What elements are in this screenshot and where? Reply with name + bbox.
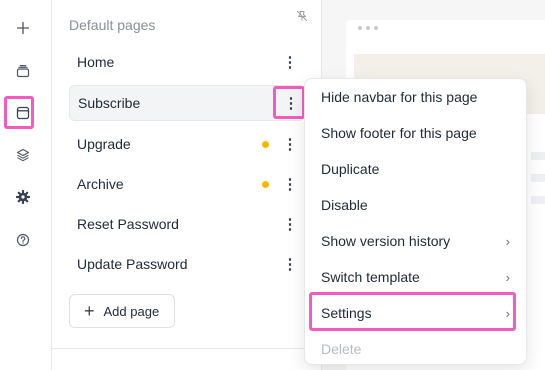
menu-item-label: Switch template — [321, 269, 420, 285]
kebab-menu-icon[interactable]: ⋮ — [282, 254, 298, 274]
status-dot — [262, 141, 269, 148]
page-item-label: Upgrade — [77, 136, 131, 152]
menu-item-label: Duplicate — [321, 161, 380, 177]
menu-item-label: Show footer for this page — [321, 125, 477, 141]
icon-rail — [0, 0, 52, 370]
menu-item-label: Hide navbar for this page — [321, 89, 478, 105]
page-item-home[interactable]: Home ⋮ — [69, 44, 305, 80]
menu-item-delete[interactable]: Delete — [305, 331, 528, 367]
kebab-menu-icon[interactable]: ⋮ — [282, 174, 298, 194]
highlight-browser-window — [4, 96, 34, 129]
page-item-subscribe[interactable]: Subscribe ⋮ — [69, 85, 305, 121]
chevron-right-icon: › — [505, 270, 510, 285]
page-item-label: Archive — [77, 176, 124, 192]
stack-icon[interactable] — [9, 57, 37, 85]
window-dots — [358, 26, 378, 30]
page-item-label: Subscribe — [78, 95, 141, 111]
menu-item-switch-template[interactable]: Switch template › — [305, 259, 528, 295]
menu-item-label: Show version history — [321, 233, 451, 249]
status-dot — [262, 181, 269, 188]
add-page-button[interactable]: + Add page — [69, 294, 175, 328]
page-item-label: Home — [77, 54, 115, 70]
menu-item-show-footer[interactable]: Show footer for this page — [305, 115, 528, 151]
highlight-settings — [309, 292, 516, 331]
menu-item-disable[interactable]: Disable — [305, 187, 528, 223]
preview-line — [531, 174, 545, 182]
panel-title: Default pages — [69, 17, 156, 33]
divider — [52, 348, 322, 349]
page-item-reset-password[interactable]: Reset Password ⋮ — [69, 206, 305, 242]
kebab-menu-icon[interactable]: ⋮ — [282, 52, 298, 72]
page-item-upgrade[interactable]: Upgrade ⋮ — [69, 126, 305, 162]
preview-line — [531, 152, 545, 160]
chevron-right-icon: › — [505, 234, 510, 249]
layers-icon[interactable] — [9, 141, 37, 169]
page-item-update-password[interactable]: Update Password ⋮ — [69, 246, 305, 282]
highlight-kebab — [273, 86, 305, 119]
kebab-menu-icon[interactable]: ⋮ — [282, 214, 298, 234]
menu-item-label: Delete — [321, 341, 362, 357]
menu-item-hide-navbar[interactable]: Hide navbar for this page — [305, 79, 528, 115]
plus-icon[interactable] — [9, 14, 37, 42]
plus-icon: + — [84, 301, 95, 321]
preview-line — [531, 196, 545, 204]
menu-item-label: Disable — [321, 197, 368, 213]
add-page-label: Add page — [103, 303, 160, 319]
help-icon[interactable] — [9, 226, 37, 254]
kebab-menu-icon[interactable]: ⋮ — [282, 134, 298, 154]
gear-icon[interactable] — [9, 183, 37, 211]
unpin-icon[interactable] — [296, 10, 308, 22]
pages-panel: Default pages Home ⋮ Subscribe ⋮ Upgrade… — [52, 0, 322, 370]
menu-item-duplicate[interactable]: Duplicate — [305, 151, 528, 187]
page-item-label: Reset Password — [77, 216, 179, 232]
menu-item-version-history[interactable]: Show version history › — [305, 223, 528, 259]
page-item-label: Update Password — [77, 256, 188, 272]
page-item-archive[interactable]: Archive ⋮ — [69, 166, 305, 202]
